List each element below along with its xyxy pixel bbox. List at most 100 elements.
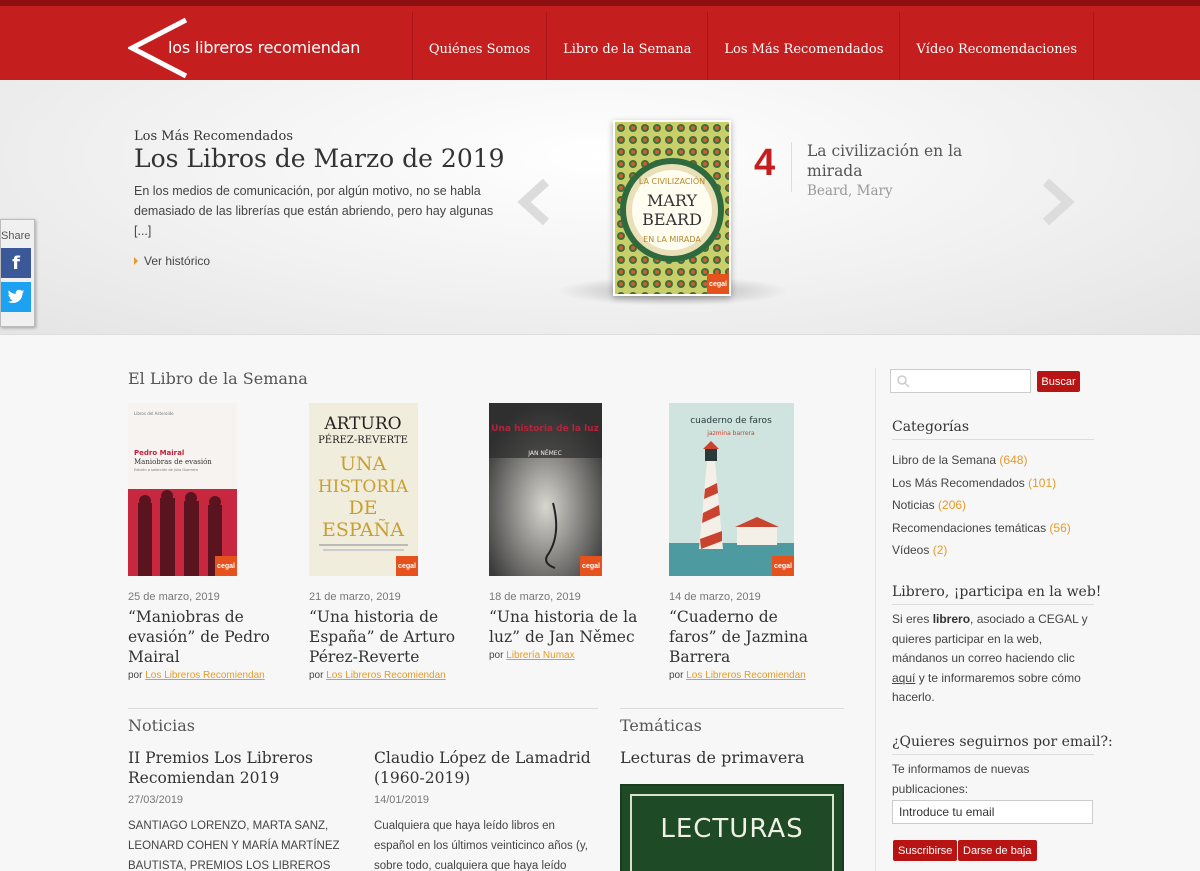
svg-text:ARTURO: ARTURO	[323, 414, 401, 434]
book-cover-historia-espana[interactable]: ARTURO PÉREZ-REVERTE UNA HISTORIA DE ESP…	[309, 403, 418, 576]
category-count: (56)	[1049, 520, 1071, 535]
author-link[interactable]: Los Libreros Recomiendan	[686, 670, 806, 681]
by-label: por	[128, 670, 143, 681]
author-link[interactable]: Los Libreros Recomiendan	[326, 670, 446, 681]
hero-cover-art: LA CIVILIZACIÓN MARY BEARD EN LA MIRADA	[615, 122, 729, 294]
site-logo[interactable]: los libreros recomiendan	[128, 12, 388, 80]
hero-book-author: Beard, Mary	[807, 183, 893, 199]
email-input[interactable]: Introduce tu email	[892, 800, 1093, 824]
author-link[interactable]: Librería Numax	[506, 650, 574, 661]
participa-bold: librero	[932, 612, 971, 626]
cover-art-maniobras: Libros del Asteroide Pedro Mairal Maniob…	[128, 403, 237, 576]
svg-text:DE: DE	[348, 497, 377, 519]
main-nav: Quiénes Somos Libro de la Semana Los Más…	[411, 12, 1094, 86]
categories-divider	[892, 439, 1094, 440]
tematicas-subtitle-link[interactable]: Lecturas de primavera	[620, 748, 804, 767]
svg-text:PÉREZ-REVERTE: PÉREZ-REVERTE	[318, 434, 408, 446]
book-card: Libros del Asteroide Pedro Mairal Maniob…	[128, 403, 288, 681]
news-divider	[128, 708, 598, 709]
book-title-link[interactable]: “Maniobras de evasión” de Pedro Mairal	[128, 607, 288, 667]
cegal-badge: cegal	[215, 556, 237, 576]
book-cover-historia-luz[interactable]: Una historia de la luz JAN NĚMEC cegal	[489, 403, 602, 576]
svg-text:MARY: MARY	[647, 191, 697, 210]
category-item[interactable]: Recomendaciones temáticas (56)	[892, 517, 1071, 540]
category-count: (101)	[1028, 475, 1057, 490]
book-byline: por Los Libreros Recomiendan	[128, 670, 288, 681]
hero-title[interactable]: Los Libros de Marzo de 2019	[134, 144, 505, 173]
category-item[interactable]: Libro de la Semana (648)	[892, 449, 1071, 472]
book-cover-cuaderno-faros[interactable]: cuaderno de faros jazmina barrera cegal	[669, 403, 794, 576]
nav-quienes-somos[interactable]: Quiénes Somos	[411, 12, 546, 86]
share-widget: Share f	[0, 219, 35, 327]
news-excerpt: Cualquiera que haya leído libros en espa…	[374, 820, 588, 871]
news-title-link[interactable]: II Premios Los Libreros Recomiendan 2019	[128, 748, 348, 788]
book-title-link[interactable]: “Cuaderno de faros” de Jazmina Barrera	[669, 607, 829, 667]
svg-text:BEARD: BEARD	[642, 210, 702, 229]
category-item[interactable]: Noticias (206)	[892, 494, 1071, 517]
cegal-badge: cegal	[396, 556, 418, 576]
cover-art-cuaderno-faros: cuaderno de faros jazmina barrera	[669, 403, 794, 576]
chevron-right-icon	[1042, 178, 1075, 226]
facebook-share-button[interactable]: f	[1, 248, 31, 278]
cegal-badge: cegal	[580, 556, 602, 576]
hero-rank-number: 4	[754, 142, 776, 184]
book-byline: por Los Libreros Recomiendan	[669, 670, 829, 681]
week-section-title: El Libro de la Semana	[128, 369, 308, 388]
svg-text:UNA: UNA	[340, 453, 387, 475]
twitter-share-button[interactable]	[1, 282, 31, 312]
share-label: Share	[1, 230, 31, 242]
news-item: II Premios Los Libreros Recomiendan 2019…	[128, 748, 348, 871]
facebook-icon: f	[12, 252, 20, 274]
category-item[interactable]: Los Más Recomendados (101)	[892, 472, 1071, 495]
hero-book-title[interactable]: La civilización en la mirada	[807, 141, 997, 181]
svg-text:jazmina barrera: jazmina barrera	[706, 430, 755, 437]
search-button[interactable]: Buscar	[1037, 371, 1080, 392]
book-title-link[interactable]: “Una historia de la luz” de Jan Němec	[489, 607, 649, 647]
email-divider	[892, 754, 1094, 755]
news-title-link[interactable]: Claudio López de Lamadrid (1960-2019)	[374, 748, 594, 788]
author-link[interactable]: Los Libreros Recomiendan	[145, 670, 265, 681]
book-byline: por Librería Numax	[489, 650, 649, 661]
participa-link[interactable]: aquí	[892, 671, 915, 685]
book-title-link[interactable]: “Una historia de España” de Arturo Pérez…	[309, 607, 469, 667]
top-navbar: los libreros recomiendan Quiénes Somos L…	[0, 0, 1200, 86]
book-date: 25 de marzo, 2019	[128, 591, 220, 603]
subscribe-button[interactable]: Suscribirse	[893, 840, 958, 861]
book-card: cuaderno de faros jazmina barrera cegal …	[669, 403, 829, 681]
search-input[interactable]	[890, 369, 1031, 393]
participa-text-1: Si eres	[892, 612, 933, 626]
slider-prev-button[interactable]	[516, 178, 552, 226]
book-date: 18 de marzo, 2019	[489, 591, 581, 603]
email-text: Te informamos de nuevas publicaciones:	[892, 762, 1030, 796]
svg-text:Una historia de la luz: Una historia de la luz	[491, 424, 599, 434]
participa-divider	[892, 604, 1094, 605]
category-label: Noticias	[892, 498, 935, 512]
cegal-badge: cegal	[772, 556, 794, 576]
news-date: 27/03/2019	[128, 794, 184, 806]
chevron-left-icon	[517, 178, 550, 226]
svg-text:EN LA MIRADA: EN LA MIRADA	[643, 235, 701, 244]
nav-video-recomendaciones[interactable]: Vídeo Recomendaciones	[899, 12, 1094, 86]
category-label: Libro de la Semana	[892, 453, 997, 467]
ver-historico-link[interactable]: Ver histórico	[134, 254, 210, 268]
participa-text: Si eres librero, asociado a CEGAL y quie…	[892, 610, 1092, 708]
book-cover-maniobras[interactable]: Libros del Asteroide Pedro Mairal Maniob…	[128, 403, 237, 576]
logo-text: los libreros recomiendan	[168, 38, 361, 57]
hero-book-cover[interactable]: LA CIVILIZACIÓN MARY BEARD EN LA MIRADA …	[613, 120, 731, 296]
category-item[interactable]: Vídeos (2)	[892, 539, 1071, 562]
tematicas-image[interactable]: LECTURAS	[620, 784, 844, 871]
category-label: Vídeos	[892, 543, 930, 557]
hero-kicker: Los Más Recomendados	[134, 129, 294, 144]
arrow-bullet-icon	[134, 257, 138, 265]
cover-art-historia-luz: Una historia de la luz JAN NĚMEC	[489, 403, 602, 576]
email-title: ¿Quieres seguirnos por email?:	[892, 734, 1113, 750]
nav-libro-semana[interactable]: Libro de la Semana	[546, 12, 707, 86]
nav-mas-recomendados[interactable]: Los Más Recomendados	[707, 12, 899, 86]
unsubscribe-button[interactable]: Darse de baja	[958, 840, 1037, 861]
category-count: (2)	[932, 543, 948, 557]
tematicas-section-title: Temáticas	[620, 716, 702, 735]
sidebar-divider	[875, 368, 876, 871]
svg-text:Maniobras de evasión: Maniobras de evasión	[134, 458, 212, 466]
book-byline: por Los Libreros Recomiendan	[309, 670, 469, 681]
slider-next-button[interactable]	[1040, 178, 1076, 226]
